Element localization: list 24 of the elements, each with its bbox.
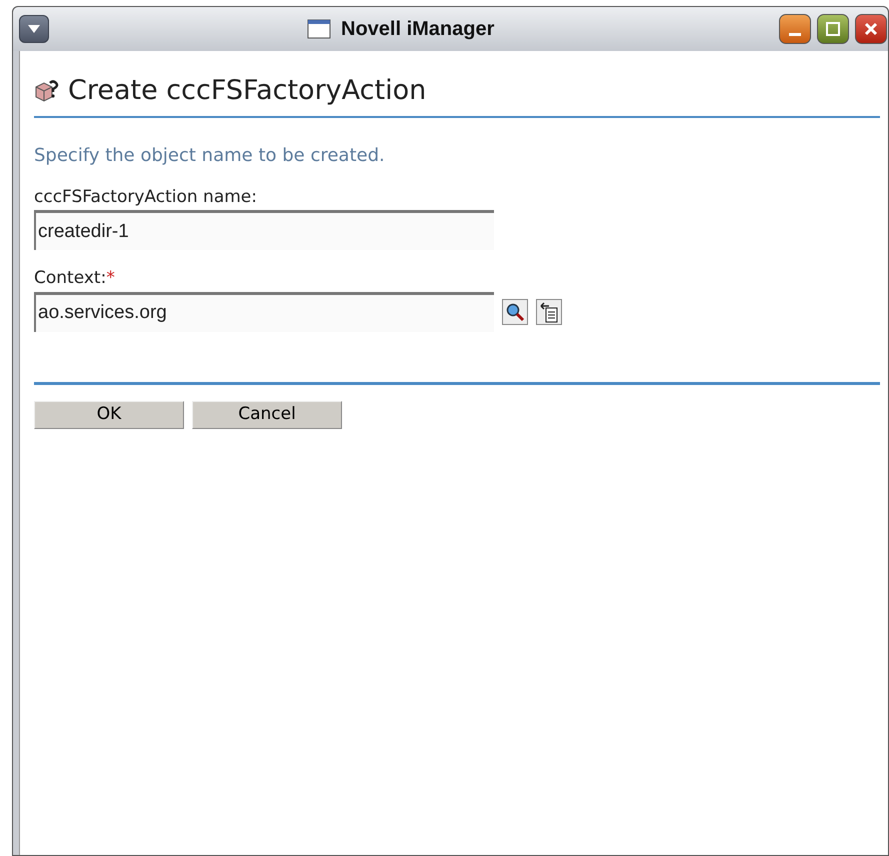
search-button[interactable] — [502, 298, 528, 324]
dialog-button[interactable]: OK — [34, 400, 184, 428]
object-icon — [34, 79, 60, 104]
maximize-button[interactable] — [817, 14, 849, 44]
page-heading: Create cccFSFactoryAction — [68, 74, 426, 108]
close-icon — [863, 21, 879, 37]
object-history-button[interactable] — [536, 298, 562, 324]
list-arrow-icon — [539, 300, 559, 322]
minimize-button[interactable] — [779, 14, 811, 44]
dialog-button[interactable]: Cancel — [192, 400, 342, 428]
caret-icon — [27, 24, 41, 34]
instruction-text: Specify the object name to be created. — [34, 144, 386, 168]
field-label: Context: — [34, 268, 106, 288]
field-label: cccFSFactoryAction name: — [34, 186, 257, 206]
text-field[interactable]: createdir-1 — [34, 210, 494, 250]
search-icon — [505, 302, 525, 322]
window-title: Novell iManager — [341, 17, 494, 42]
text-field[interactable]: ao.services.org — [34, 292, 494, 332]
maximize-icon — [825, 21, 841, 37]
window-icon — [307, 19, 331, 39]
window-menu-button[interactable] — [19, 15, 49, 43]
required-mark: * — [106, 268, 115, 288]
minimize-icon — [789, 32, 801, 36]
close-button[interactable] — [855, 14, 887, 44]
